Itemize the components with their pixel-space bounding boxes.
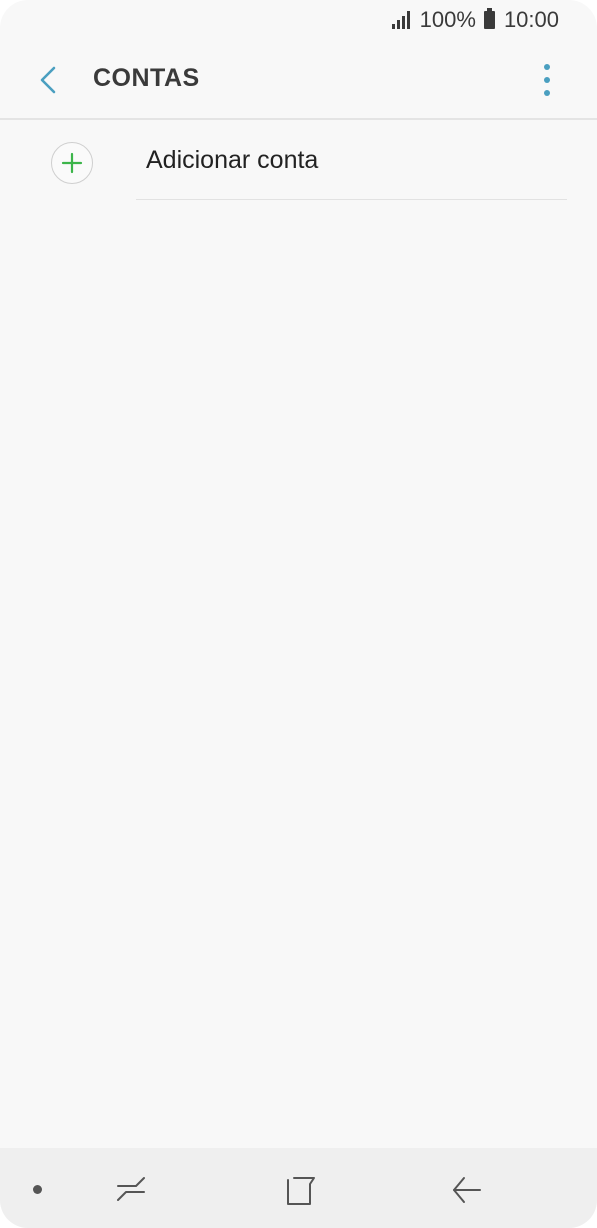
phone-screen: 100% 10:00 CONTAS Adicionar conta [0, 0, 597, 1228]
page-title: CONTAS [93, 64, 200, 92]
add-circle-icon [51, 142, 93, 184]
more-vert-dot [544, 77, 550, 83]
add-account-label: Adicionar conta [146, 146, 319, 174]
nav-dot-indicator [33, 1185, 42, 1194]
recents-icon [117, 1177, 145, 1201]
add-account-item[interactable]: Adicionar conta [0, 120, 597, 200]
back-icon [453, 1177, 481, 1203]
back-button[interactable] [30, 62, 66, 98]
plus-icon [61, 152, 83, 174]
home-icon [287, 1177, 315, 1205]
more-options-button[interactable] [537, 64, 557, 96]
status-bar: 100% 10:00 [0, 0, 597, 40]
back-nav-button[interactable] [446, 1170, 486, 1210]
signal-icon [391, 11, 410, 29]
battery-percent: 100% [419, 7, 476, 32]
more-vert-icon [544, 64, 550, 70]
app-bar: CONTAS [0, 40, 597, 118]
list-divider [136, 199, 567, 200]
home-button[interactable] [280, 1170, 320, 1210]
clock: 10:00 [503, 7, 559, 32]
battery-icon [483, 8, 495, 29]
more-vert-dot [544, 90, 550, 96]
recents-button[interactable] [112, 1172, 152, 1208]
back-arrow-icon [40, 66, 56, 94]
navigation-bar [0, 1148, 597, 1228]
